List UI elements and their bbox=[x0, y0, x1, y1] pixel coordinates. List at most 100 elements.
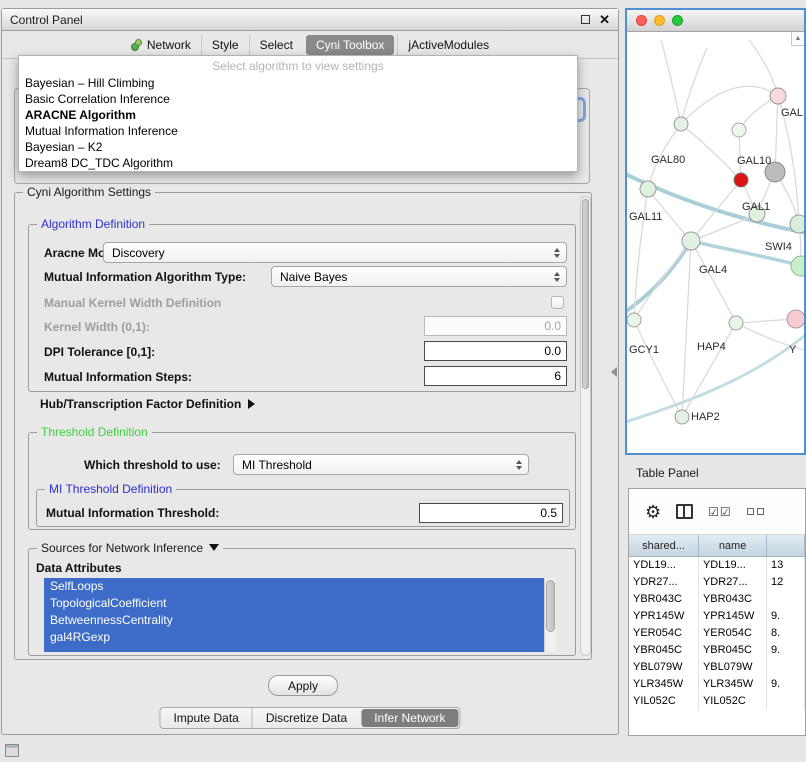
network-node[interactable] bbox=[790, 215, 804, 233]
network-edge[interactable] bbox=[749, 40, 778, 96]
apply-button[interactable]: Apply bbox=[268, 675, 338, 696]
close-window-icon[interactable]: ✕ bbox=[599, 14, 610, 26]
algorithm-option-bayesian-k2[interactable]: Bayesian – K2 bbox=[19, 139, 577, 155]
control-panel-titlebar[interactable]: Control Panel ✕ bbox=[2, 9, 618, 31]
table-row[interactable]: YIL052CYIL052C bbox=[629, 693, 805, 710]
attribute-item-betweennesscentrality[interactable]: BetweennessCentrality bbox=[44, 612, 544, 629]
algorithm-option-basic-correlation-inference[interactable]: Basic Correlation Inference bbox=[19, 91, 577, 107]
network-node[interactable] bbox=[732, 123, 746, 137]
table-row[interactable]: YER054CYER054C8. bbox=[629, 625, 805, 642]
mi-algorithm-type-select[interactable]: Naive Bayes bbox=[271, 266, 567, 287]
minimize-traffic-light-icon[interactable] bbox=[654, 15, 665, 26]
algorithm-option-mutual-information-inference[interactable]: Mutual Information Inference bbox=[19, 123, 577, 139]
table-row[interactable]: YBR045CYBR045C9. bbox=[629, 642, 805, 659]
network-edge[interactable] bbox=[661, 40, 681, 124]
network-node[interactable] bbox=[675, 410, 689, 424]
minimized-panel-icon[interactable] bbox=[5, 744, 19, 757]
dpi-tolerance-label: DPI Tolerance [0,1]: bbox=[44, 345, 155, 359]
network-node[interactable] bbox=[787, 310, 804, 328]
tab-style[interactable]: Style bbox=[201, 35, 249, 55]
network-canvas[interactable]: GAL80GAL10GAL11GAL1SWI4GAL4GCY1HAP4HAP2Y… bbox=[627, 32, 804, 453]
network-node[interactable] bbox=[729, 316, 743, 330]
network-edge[interactable] bbox=[634, 320, 682, 417]
network-node[interactable] bbox=[640, 181, 656, 197]
network-edge[interactable] bbox=[681, 48, 707, 124]
tab-network[interactable]: Network bbox=[121, 35, 201, 55]
network-window-titlebar[interactable] bbox=[627, 10, 804, 32]
network-node[interactable] bbox=[770, 88, 786, 104]
table-row[interactable]: YBL079WYBL079W bbox=[629, 659, 805, 676]
table-row[interactable]: YDR27...YDR27...12 bbox=[629, 574, 805, 591]
tab-select[interactable]: Select bbox=[249, 35, 303, 55]
aracne-mode-select[interactable]: Discovery bbox=[103, 242, 567, 263]
attributes-list-scrollbar-thumb[interactable] bbox=[546, 580, 555, 632]
tab-discretize-data[interactable]: Discretize Data bbox=[252, 708, 360, 728]
tab-jactivemodules[interactable]: jActiveModules bbox=[397, 35, 499, 55]
zoom-traffic-light-icon[interactable] bbox=[672, 15, 683, 26]
collapse-down-icon bbox=[209, 544, 219, 551]
settings-scrollbar[interactable] bbox=[580, 196, 591, 656]
table-cell: 13 bbox=[767, 557, 805, 574]
node-label: GAL1 bbox=[742, 201, 770, 213]
hub-tf-definition-label: Hub/Transcription Factor Definition bbox=[40, 397, 241, 411]
table-cell: YPR145W bbox=[629, 608, 699, 625]
algorithm-option-aracne-algorithm[interactable]: ARACNE Algorithm bbox=[19, 107, 577, 123]
attribute-item-gal4rgexp[interactable]: gal4RGexp bbox=[44, 629, 544, 646]
algorithm-definition-title: Algorithm Definition bbox=[37, 217, 149, 231]
algorithm-option-dream8-dc-tdc-algorithm[interactable]: Dream8 DC_TDC Algorithm bbox=[19, 155, 577, 171]
column-header-extra[interactable] bbox=[767, 535, 805, 556]
mi-algorithm-type-value: Naive Bayes bbox=[280, 270, 347, 284]
which-threshold-value: MI Threshold bbox=[242, 458, 312, 472]
show-columns-icon[interactable] bbox=[676, 504, 693, 519]
settings-scrollbar-thumb[interactable] bbox=[582, 199, 589, 389]
table-settings-gear-icon[interactable]: ⚙ bbox=[645, 503, 661, 521]
panel-collapse-handle[interactable] bbox=[611, 367, 617, 377]
table-cell: YDR27... bbox=[699, 574, 767, 591]
dpi-tolerance-field[interactable]: 0.0 bbox=[424, 341, 567, 361]
network-node[interactable] bbox=[791, 256, 804, 276]
network-edge[interactable] bbox=[682, 241, 691, 417]
table-row[interactable]: YDL19...YDL19...13 bbox=[629, 557, 805, 574]
network-edge[interactable] bbox=[691, 241, 736, 323]
column-header-name[interactable]: name bbox=[699, 535, 767, 556]
attributes-list-scrollbar[interactable] bbox=[544, 578, 556, 652]
sources-toggle[interactable]: Sources for Network Inference bbox=[37, 541, 223, 555]
select-all-columns-icon[interactable]: ☑☑ bbox=[708, 505, 732, 519]
mi-steps-value: 6 bbox=[554, 369, 561, 383]
data-attributes-list[interactable]: SelfLoopsTopologicalCoefficientBetweenne… bbox=[44, 578, 556, 652]
which-threshold-select[interactable]: MI Threshold bbox=[233, 454, 529, 475]
tab-cyni-toolbox[interactable]: Cyni Toolbox bbox=[306, 35, 394, 55]
network-edge[interactable] bbox=[775, 96, 778, 172]
deselect-all-columns-icon[interactable] bbox=[747, 508, 764, 515]
tab-impute-data[interactable]: Impute Data bbox=[160, 708, 251, 728]
hub-tf-definition-toggle[interactable]: Hub/Transcription Factor Definition bbox=[40, 397, 255, 411]
network-node[interactable] bbox=[734, 173, 748, 187]
manual-kernel-width-checkbox[interactable] bbox=[551, 296, 564, 309]
tab-label: Select bbox=[260, 38, 293, 52]
network-node[interactable] bbox=[682, 232, 700, 250]
control-panel-title: Control Panel bbox=[10, 13, 83, 27]
network-edge[interactable] bbox=[691, 214, 757, 241]
column-header-shared[interactable]: shared... bbox=[629, 535, 699, 556]
table-cell: YPR145W bbox=[699, 608, 767, 625]
table-row[interactable]: YPR145WYPR145W9. bbox=[629, 608, 805, 625]
network-edge[interactable] bbox=[682, 323, 736, 417]
table-row[interactable]: YLR345WYLR345W9. bbox=[629, 676, 805, 693]
table-body: YDL19...YDL19...13YDR27...YDR27...12YBR0… bbox=[629, 557, 805, 735]
float-window-icon[interactable] bbox=[581, 15, 590, 24]
kernel-width-field[interactable]: 0.0 bbox=[424, 316, 567, 336]
table-cell: YLR345W bbox=[699, 676, 767, 693]
algorithm-option-bayesian-hill-climbing[interactable]: Bayesian – Hill Climbing bbox=[19, 75, 577, 91]
attribute-item-partial[interactable] bbox=[44, 646, 544, 652]
mi-threshold-field[interactable]: 0.5 bbox=[419, 503, 563, 523]
scrollbar-up-button[interactable]: ▲ bbox=[791, 32, 804, 46]
table-row[interactable]: YBR043CYBR043C bbox=[629, 591, 805, 608]
attribute-item-topologicalcoefficient[interactable]: TopologicalCoefficient bbox=[44, 595, 544, 612]
close-traffic-light-icon[interactable] bbox=[636, 15, 647, 26]
mi-steps-field[interactable]: 6 bbox=[424, 366, 567, 386]
tab-infer-network[interactable]: Infer Network bbox=[361, 709, 458, 727]
attribute-item-selfloops[interactable]: SelfLoops bbox=[44, 578, 544, 595]
network-node[interactable] bbox=[627, 313, 641, 327]
tab-label: Network bbox=[147, 38, 191, 52]
network-node[interactable] bbox=[674, 117, 688, 131]
